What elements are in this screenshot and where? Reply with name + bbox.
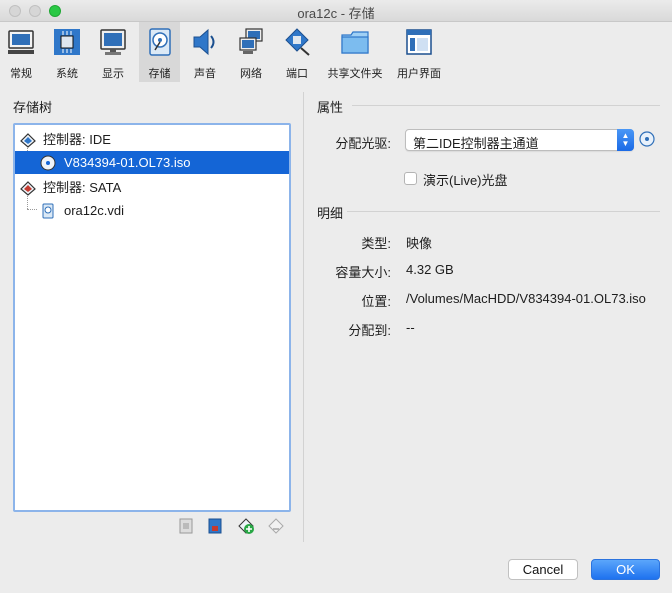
settings-window: ora12c - 存储 常规 系统 显示 存储 声音 网络 端口 共享文件夹 用…	[0, 0, 672, 593]
storage-tree-title: 存储树	[13, 100, 53, 115]
detail-type-value: 映像	[406, 236, 433, 251]
cancel-button[interactable]: Cancel	[508, 559, 578, 580]
panel-divider	[303, 92, 304, 542]
tree-controller-sata[interactable]: 控制器: SATA	[15, 176, 289, 199]
tab-ports[interactable]: 端口	[278, 22, 316, 82]
folder-icon	[341, 31, 369, 54]
tab-system[interactable]: 系统	[48, 22, 86, 82]
display-icon	[100, 29, 126, 55]
controller-icon	[20, 181, 36, 196]
hard-disk-icon	[42, 203, 54, 219]
settings-toolbar: 常规 系统 显示 存储 声音 网络 端口 共享文件夹 用户界面	[0, 22, 672, 82]
tab-general[interactable]: 常规	[2, 22, 40, 82]
choose-disc-icon[interactable]	[639, 131, 655, 147]
detail-location-label: 位置:	[361, 294, 391, 309]
title-bar: ora12c - 存储	[0, 0, 672, 22]
detail-attached-label: 分配到:	[348, 323, 391, 338]
network-icon	[239, 28, 263, 54]
storage-disk-icon	[148, 28, 171, 56]
add-attachment-icon[interactable]	[237, 517, 255, 535]
drive-select[interactable]: 第二IDE控制器主通道 ▲ ▼	[405, 129, 634, 151]
section-divider	[352, 105, 660, 106]
select-stepper-icon: ▲ ▼	[617, 129, 634, 151]
storage-tree[interactable]: 控制器: IDE V834394-01.OL73.iso 控制器: SATA o…	[13, 123, 291, 512]
drive-select-value: 第二IDE控制器主通道	[413, 136, 539, 151]
live-cd-checkbox[interactable]	[404, 172, 417, 185]
tab-display[interactable]: 显示	[94, 22, 132, 82]
chip-icon	[54, 29, 80, 55]
detail-size-label: 容量大小:	[335, 265, 391, 280]
detail-location-value: /Volumes/MacHDD/V834394-01.OL73.iso	[406, 291, 646, 306]
monitor-general-icon	[8, 30, 34, 54]
attributes-title: 属性	[317, 100, 344, 115]
port-icon	[285, 28, 310, 56]
remove-attachment-icon[interactable]	[267, 517, 285, 535]
tab-audio[interactable]: 声音	[186, 22, 224, 82]
live-cd-label: 演示(Live)光盘	[423, 173, 508, 188]
detail-type-label: 类型:	[361, 236, 391, 251]
add-controller-icon[interactable]	[206, 517, 224, 535]
tab-storage[interactable]: 存储	[139, 22, 180, 82]
speaker-icon	[193, 28, 215, 56]
tree-attachment-vdi[interactable]: ora12c.vdi	[15, 199, 289, 222]
section-divider	[347, 211, 660, 212]
tree-attachment-iso[interactable]: V834394-01.OL73.iso	[15, 151, 289, 174]
ok-button[interactable]: OK	[591, 559, 660, 580]
tab-user-interface[interactable]: 用户界面	[395, 22, 443, 82]
tree-controller-ide[interactable]: 控制器: IDE	[15, 128, 289, 151]
tab-network[interactable]: 网络	[232, 22, 270, 82]
detail-attached-value: --	[406, 320, 415, 335]
controller-icon	[20, 133, 36, 148]
tab-shared-folders[interactable]: 共享文件夹	[326, 22, 384, 82]
user-interface-icon	[406, 29, 432, 55]
optical-disc-icon	[40, 155, 56, 171]
details-title: 明细	[317, 206, 344, 221]
detail-size-value: 4.32 GB	[406, 262, 454, 277]
window-title: ora12c - 存储	[297, 6, 375, 21]
drive-label: 分配光驱:	[335, 136, 391, 151]
remove-controller-icon[interactable]	[177, 517, 195, 535]
